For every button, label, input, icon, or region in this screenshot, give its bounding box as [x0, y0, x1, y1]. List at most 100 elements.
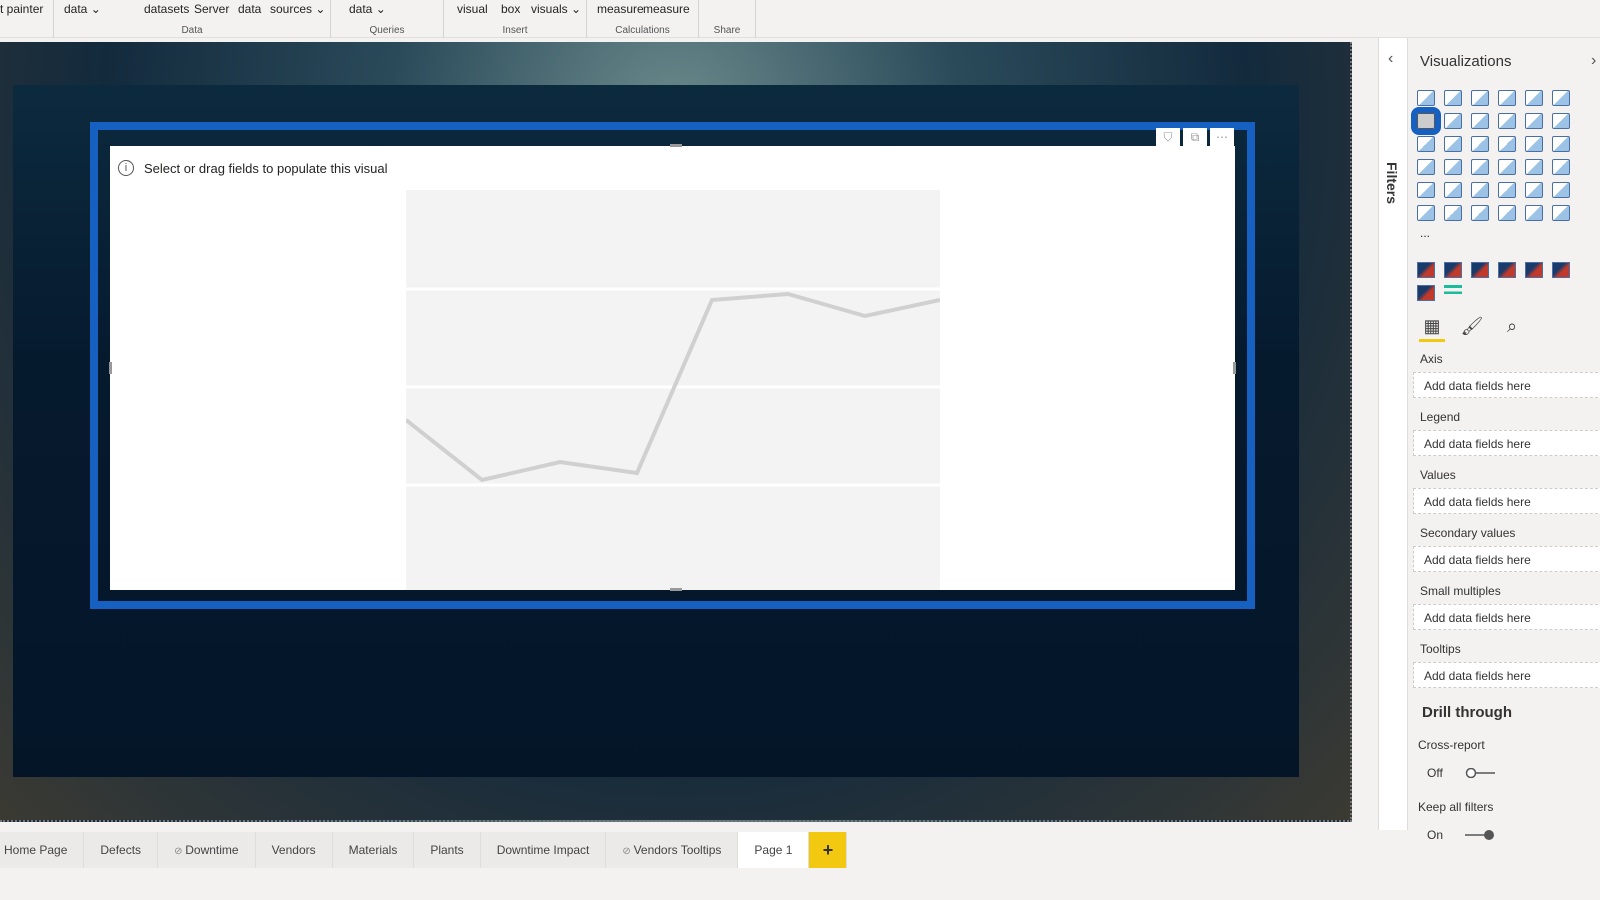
field-well-drop-zone[interactable]: Add data fields here — [1413, 662, 1600, 688]
resize-handle[interactable] — [1233, 362, 1236, 374]
custom-visual-icon[interactable] — [1498, 262, 1516, 278]
new-measure-button[interactable]: measure — [597, 2, 644, 16]
custom-visual-icon[interactable] — [1417, 285, 1435, 301]
well-label: Values — [1420, 468, 1456, 482]
quick-measure-button[interactable]: measure — [643, 2, 690, 16]
paginated-report-icon[interactable] — [1525, 205, 1543, 221]
matrix-icon[interactable] — [1525, 182, 1543, 198]
field-well-drop-zone[interactable]: Add data fields here — [1413, 546, 1600, 572]
page-tab-label: Vendors Tooltips — [633, 843, 722, 857]
toggle-state: On — [1427, 828, 1444, 842]
cross-report-toggle[interactable]: Off — [1427, 766, 1495, 780]
page-tab[interactable]: Plants — [414, 832, 481, 868]
resize-handle[interactable] — [109, 362, 112, 374]
shape-map-icon[interactable] — [1471, 159, 1489, 175]
well-label: Tooltips — [1420, 642, 1461, 656]
resize-handle[interactable] — [670, 144, 682, 147]
page-tab[interactable]: Materials — [332, 832, 415, 868]
multi-row-card-icon[interactable] — [1417, 182, 1435, 198]
clustered-bar-icon[interactable] — [1471, 90, 1489, 106]
custom-visual-icon[interactable] — [1552, 262, 1570, 278]
new-visual-button[interactable]: visual — [457, 2, 488, 16]
custom-visual-icon[interactable] — [1525, 262, 1543, 278]
waterfall-icon[interactable] — [1552, 113, 1570, 129]
page-tab[interactable]: Downtime Impact — [480, 832, 607, 868]
well-label: Axis — [1420, 352, 1443, 366]
gauge-icon[interactable] — [1525, 159, 1543, 175]
field-well-drop-zone[interactable]: Add data fields here — [1413, 430, 1600, 456]
filled-map-icon[interactable] — [1444, 159, 1462, 175]
resize-handle[interactable] — [670, 588, 682, 591]
line-chart-visual[interactable]: ⛉ ⧉ ⋯ i Select or drag fields to populat… — [109, 128, 1236, 591]
filters-pane-collapsed[interactable]: ‹ Filters — [1378, 38, 1408, 830]
custom-visual-bars-icon[interactable] — [1444, 285, 1462, 301]
get-data-button[interactable]: data ⌄ — [64, 2, 101, 16]
page-tab[interactable]: ⊘ Downtime — [158, 832, 256, 868]
sql-server-button[interactable]: Server — [194, 2, 229, 16]
decomposition-tree-icon[interactable] — [1471, 205, 1489, 221]
enter-data-button[interactable]: data — [238, 2, 261, 16]
more-visuals-button[interactable]: visuals ⌄ — [531, 2, 581, 16]
page-tab[interactable]: Vendors — [255, 832, 333, 868]
page-tab[interactable]: Home Page — [0, 832, 85, 868]
field-well-drop-zone[interactable]: Add data fields here — [1413, 604, 1600, 630]
funnel-icon[interactable] — [1417, 136, 1435, 152]
keep-all-filters-toggle[interactable]: On — [1427, 828, 1494, 842]
datasets-button[interactable]: datasets — [144, 2, 189, 16]
get-more-visuals-button[interactable]: ... — [1420, 226, 1430, 240]
r-visual-icon[interactable] — [1552, 182, 1570, 198]
page-tab[interactable]: ⊘ Vendors Tooltips — [606, 832, 739, 868]
card-icon[interactable] — [1552, 159, 1570, 175]
line-clustered-column-icon[interactable] — [1498, 113, 1516, 129]
key-influencers-icon[interactable] — [1444, 205, 1462, 221]
expand-chevron-icon[interactable]: › — [1591, 52, 1596, 70]
ribbon-group-calculations: measure measure Calculations — [587, 0, 699, 38]
area-chart-icon[interactable] — [1444, 113, 1462, 129]
power-apps-icon[interactable] — [1552, 205, 1570, 221]
qa-icon[interactable] — [1498, 205, 1516, 221]
page-tab[interactable]: Defects — [84, 832, 159, 868]
slicer-icon[interactable] — [1471, 182, 1489, 198]
donut-icon[interactable] — [1525, 136, 1543, 152]
page-tab[interactable]: Page 1 — [738, 832, 810, 868]
azure-map-icon[interactable] — [1498, 159, 1516, 175]
group-label: Queries — [369, 25, 405, 36]
analytics-magnifier-icon[interactable]: ⌕ — [1499, 316, 1525, 342]
treemap-icon[interactable] — [1552, 136, 1570, 152]
ribbon-group-share: Share — [699, 0, 756, 38]
focus-mode-icon[interactable]: ⧉ — [1183, 128, 1207, 146]
stacked-bar-icon[interactable] — [1417, 90, 1435, 106]
stacked-area-icon[interactable] — [1444, 136, 1462, 152]
custom-visual-icon[interactable] — [1417, 262, 1435, 278]
line-chart-icon[interactable] — [1411, 107, 1441, 135]
filter-icon[interactable]: ⛉ — [1156, 128, 1180, 146]
100-stacked-bar-icon[interactable] — [1525, 90, 1543, 106]
recent-sources-button[interactable]: sources ⌄ — [270, 2, 325, 16]
field-well-drop-zone[interactable]: Add data fields here — [1413, 372, 1600, 398]
ribbon-chart-icon[interactable] — [1525, 113, 1543, 129]
format-painter-button[interactable]: t painter — [0, 2, 43, 16]
field-well-drop-zone[interactable]: Add data fields here — [1413, 488, 1600, 514]
map-icon[interactable] — [1417, 159, 1435, 175]
page-tab-label: Page 1 — [754, 843, 793, 857]
line-stacked-column-icon[interactable] — [1471, 113, 1489, 129]
text-box-button[interactable]: box — [501, 2, 520, 16]
fields-tab-icon[interactable]: ▦ — [1419, 316, 1445, 342]
transform-data-button[interactable]: data ⌄ — [349, 2, 386, 16]
add-page-button[interactable]: + — [809, 832, 848, 868]
clustered-column-icon[interactable] — [1498, 90, 1516, 106]
ribbon: t painter data ⌄ datasets Server data so… — [0, 0, 1600, 38]
format-paint-roller-icon[interactable]: 🖌 — [1459, 316, 1485, 342]
table-icon[interactable] — [1498, 182, 1516, 198]
100-stacked-column-icon[interactable] — [1552, 90, 1570, 106]
collapse-chevron-icon[interactable]: ‹ — [1388, 50, 1393, 68]
more-options-icon[interactable]: ⋯ — [1210, 128, 1234, 146]
stacked-column-icon[interactable] — [1444, 90, 1462, 106]
python-visual-icon[interactable] — [1417, 205, 1435, 221]
kpi-icon[interactable] — [1444, 182, 1462, 198]
filters-label[interactable]: Filters — [1384, 162, 1400, 204]
custom-visual-icon[interactable] — [1471, 262, 1489, 278]
pie-icon[interactable] — [1498, 136, 1516, 152]
scatter-icon[interactable] — [1471, 136, 1489, 152]
custom-visual-icon[interactable] — [1444, 262, 1462, 278]
